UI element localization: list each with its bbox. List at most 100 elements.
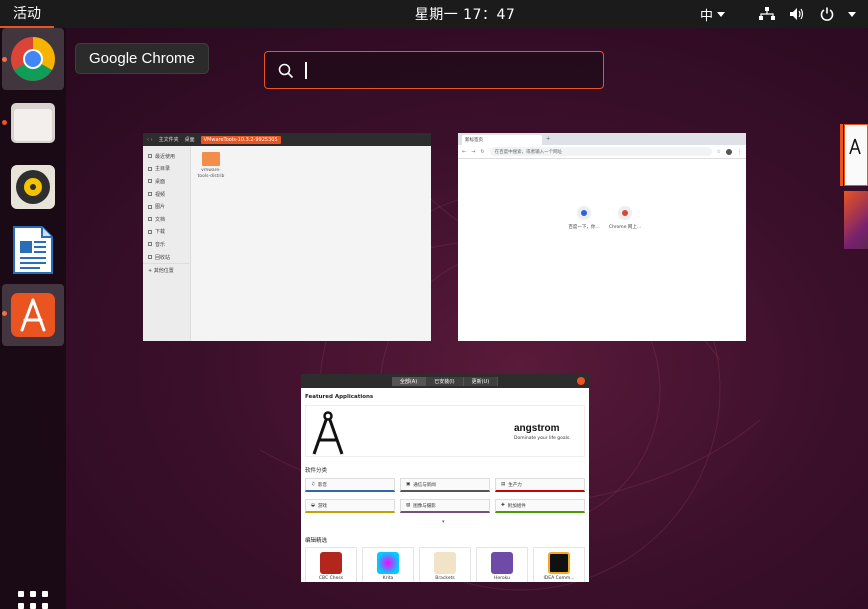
writer-icon: [13, 226, 53, 274]
pick-card: Heroku: [476, 547, 528, 582]
shortcut-tile: Chrome 网上...: [605, 206, 645, 230]
window-header: 全部(A) 已安装(I) 更新(U): [301, 374, 589, 388]
power-icon: [818, 5, 836, 23]
shortcut-label: 百度一下，你...: [568, 225, 600, 230]
tab-installed: 已安装(I): [426, 376, 464, 386]
show-applications-button[interactable]: [15, 588, 51, 609]
pick-label: Krita: [382, 576, 394, 581]
category-button: ♫ 影音: [305, 478, 395, 492]
window-software[interactable]: 全部(A) 已安装(I) 更新(U) Featured Applications…: [301, 374, 589, 582]
featured-banner: angstrom Dominate your life goals.: [305, 405, 585, 457]
files-sidebar: 最近使用 主目录 桌面 视频 图片 文档 下载 音乐 回收站 + 其他位置: [143, 146, 191, 341]
nav-arrows: ‹ ›: [147, 136, 153, 143]
folder-icon: [148, 179, 152, 184]
chevron-down-icon: [717, 11, 726, 17]
system-menu[interactable]: [758, 0, 856, 28]
close-icon: [577, 377, 585, 385]
angstrom-logo-icon: [849, 138, 861, 155]
banner-app-name: angstrom: [514, 423, 560, 434]
krita-icon: [377, 552, 399, 574]
intellij-icon: [548, 552, 570, 574]
category-button: ◒ 游戏: [305, 499, 395, 513]
category-label: 生产力: [508, 482, 522, 488]
brackets-icon: [434, 552, 456, 574]
sidebar-item-label: 下载: [155, 229, 166, 236]
workspace-2[interactable]: [844, 191, 868, 249]
angstrom-logo-icon: [312, 411, 344, 455]
software-icon: [11, 293, 55, 337]
dock: [0, 28, 66, 609]
grid-dot: [18, 591, 24, 597]
omnibox: 在百度中搜索，或者输入一个网址: [489, 147, 712, 156]
path-desktop: 桌面: [184, 137, 195, 143]
avatar: [726, 148, 732, 155]
category-button: ▣ 通信与新闻: [400, 478, 490, 492]
featured-title: Featured Applications: [305, 394, 374, 400]
dock-writer[interactable]: [2, 219, 64, 281]
pick-card: IDEA Comm...: [533, 547, 585, 582]
sidebar-item: 最近使用: [143, 150, 190, 163]
workspace-1[interactable]: [844, 124, 868, 186]
sidebar-item-label: 主目录: [155, 166, 171, 173]
path-home: 主文件夹: [158, 137, 179, 143]
expand-icon: ▾: [442, 519, 445, 525]
grid-dot: [18, 603, 24, 609]
back-icon: ←: [462, 148, 467, 155]
volume-icon: [788, 5, 806, 23]
category-button: ▤ 生产力: [495, 478, 585, 492]
category-label: 附加组件: [507, 503, 526, 509]
reload-icon: ↻: [480, 148, 485, 155]
network-icon: [758, 5, 776, 23]
window-files[interactable]: ‹ › 主文件夹 桌面 VMwareTools-10.3.2-9925305 最…: [143, 133, 431, 341]
text-cursor: [305, 62, 307, 79]
grid-dot: [42, 603, 48, 609]
sidebar-item-label: 视频: [155, 191, 166, 198]
sidebar-item-label: 最近使用: [155, 153, 176, 160]
input-method-menu[interactable]: 中: [700, 0, 726, 28]
dock-software[interactable]: [2, 284, 64, 346]
dock-rhythmbox[interactable]: [2, 156, 64, 218]
search-box[interactable]: [264, 51, 604, 89]
pick-label: Heroku: [494, 576, 510, 581]
dock-files[interactable]: [2, 92, 64, 154]
category-label: 影音: [318, 482, 328, 488]
dock-chrome[interactable]: [2, 28, 64, 90]
music-icon: [148, 242, 152, 247]
browser-tab: 新标签页: [462, 135, 542, 145]
clock[interactable]: 星期一 17：47: [400, 0, 530, 28]
home-icon: [148, 166, 152, 171]
sidebar-item-label: 文档: [155, 216, 166, 223]
window-chrome[interactable]: 新标签页 + ← → ↻ 在百度中搜索，或者输入一个网址 ☆ ⋮ 百度一下，你.…: [458, 133, 746, 341]
chrome-store-icon: [618, 206, 632, 220]
browser-toolbar: ← → ↻ 在百度中搜索，或者输入一个网址 ☆ ⋮: [458, 145, 746, 159]
sidebar-item-label: 回收站: [155, 254, 171, 261]
shortcut-tile: 百度一下，你...: [564, 206, 604, 230]
sidebar-item-label: 图片: [155, 204, 166, 211]
grid-dot: [30, 591, 36, 597]
new-tab-icon: +: [546, 136, 551, 142]
chess-icon: [320, 552, 342, 574]
window-header: ‹ › 主文件夹 桌面 VMwareTools-10.3.2-9925305: [143, 133, 431, 146]
category-label: 游戏: [317, 503, 327, 509]
chevron-down-icon: [848, 11, 856, 17]
puzzle-icon: ✚: [501, 503, 505, 508]
heroku-icon: [491, 552, 513, 574]
chart-icon: ▤: [501, 482, 506, 487]
chrome-icon: [11, 37, 55, 81]
pick-card: CBC Chess: [305, 547, 357, 582]
pick-card: Krita: [362, 547, 414, 582]
search-input[interactable]: [309, 52, 589, 88]
sidebar-item: 图片: [143, 200, 190, 213]
activities-button[interactable]: 活动: [0, 0, 54, 28]
sidebar-item: 视频: [143, 188, 190, 201]
files-icon: [11, 103, 55, 143]
music-icon: ♫: [311, 482, 316, 487]
document-icon: [148, 217, 152, 222]
active-workspace-indicator: [840, 124, 843, 186]
category-button: ▧ 图像与摄影: [400, 499, 490, 513]
sidebar-item: 音乐: [143, 238, 190, 251]
clock-icon: [148, 154, 152, 159]
path-current: VMwareTools-10.3.2-9925305: [200, 135, 281, 144]
folder-label: vmware-tools-distrib: [197, 168, 225, 179]
sidebar-item-label: 桌面: [155, 178, 166, 185]
